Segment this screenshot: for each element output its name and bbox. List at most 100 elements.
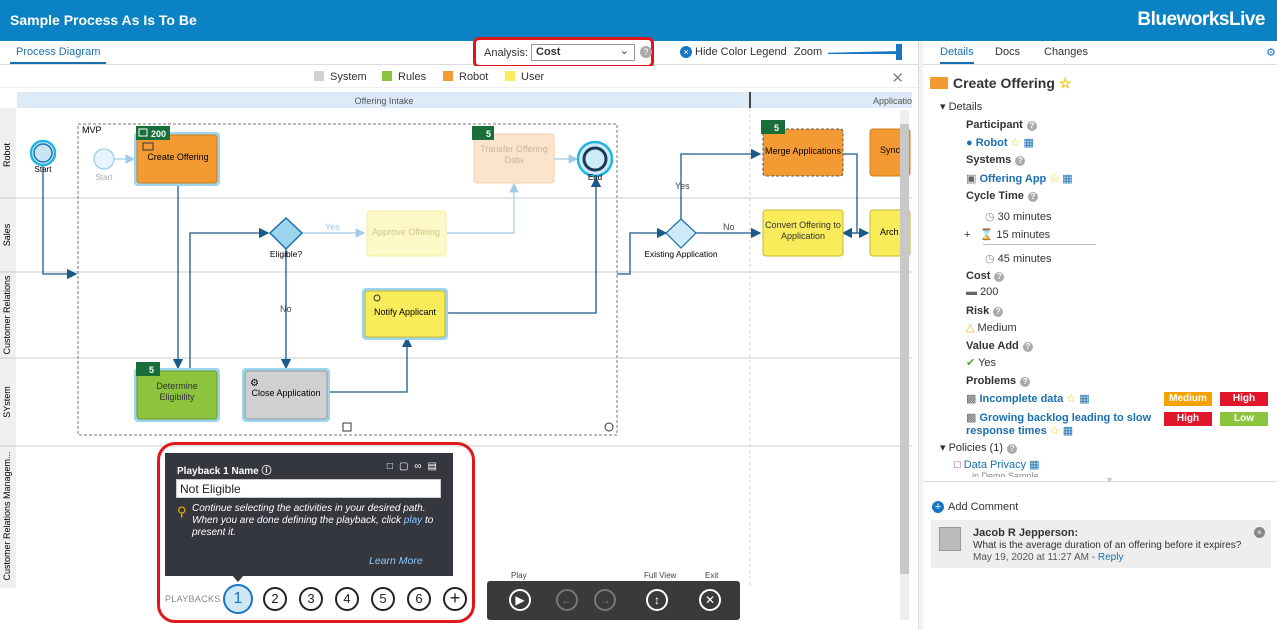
problem-item[interactable]: ▩ Incomplete data ☆ ▦ — [966, 392, 1090, 405]
gateway-label: Existing Application — [644, 249, 718, 259]
phase-label: Offering Intake — [355, 96, 414, 106]
play-button[interactable]: ▶ — [509, 589, 531, 611]
star-icon[interactable]: ☆ — [1049, 173, 1059, 185]
help-icon[interactable]: ? — [1015, 156, 1026, 166]
star-icon[interactable]: ☆ — [1011, 137, 1021, 149]
trash-icon[interactable]: ▤ — [428, 461, 443, 472]
phase-label: Application — [873, 96, 912, 106]
next-button[interactable]: → — [594, 589, 616, 611]
previous-button[interactable]: ← — [556, 589, 578, 611]
gear-icon[interactable]: ⚙ — [1266, 46, 1276, 59]
tab-changes[interactable]: Changes — [1044, 46, 1088, 58]
document-icon[interactable]: □ — [387, 461, 399, 472]
link-icon[interactable]: ∞ — [414, 461, 427, 472]
participant-link[interactable]: Robot — [976, 137, 1008, 149]
full-view-button[interactable]: ↕ — [646, 589, 668, 611]
play-link[interactable]: play — [404, 515, 422, 526]
system-link[interactable]: Offering App — [979, 173, 1046, 185]
participant-value[interactable]: ● Robot ☆ ▦ — [966, 136, 1034, 149]
comment-item: Jacob R Jepperson: What is the average d… — [931, 520, 1271, 568]
policy-item[interactable]: □ Data Privacy ▦ — [954, 458, 1040, 471]
policy-link[interactable]: Data Privacy — [964, 459, 1026, 471]
help-icon[interactable]: ? — [1007, 444, 1017, 454]
playback-2-button[interactable]: 2 — [263, 587, 287, 611]
problem-link[interactable]: Incomplete data — [979, 393, 1063, 405]
activity-title-text: Create Offering — [953, 75, 1055, 91]
cost-label: Cost? — [966, 270, 1005, 282]
legend-swatch — [314, 71, 324, 81]
help-icon[interactable]: ? — [994, 272, 1005, 282]
grid-icon[interactable]: ▦ — [1079, 393, 1089, 405]
analysis-dropdown[interactable]: Cost ⌄ — [531, 44, 635, 61]
help-icon[interactable]: ? — [1020, 377, 1031, 387]
playback-4-button[interactable]: 4 — [335, 587, 359, 611]
reply-link[interactable]: Reply — [1098, 552, 1124, 563]
playback-1-button[interactable]: 1 — [223, 584, 253, 614]
lane-customer-relations: Customer Relations — [2, 275, 12, 355]
playback-name-input[interactable]: Not Eligible — [176, 479, 441, 498]
playbacks-label: PLAYBACKS — [165, 594, 221, 604]
star-icon[interactable]: ☆ — [1066, 393, 1076, 405]
help-icon[interactable]: ? — [993, 307, 1004, 317]
delete-comment-icon[interactable]: × — [1254, 527, 1265, 538]
problem-item[interactable]: ▩ Growing backlog leading to slow respon… — [966, 411, 1156, 437]
grid-icon[interactable]: ▦ — [1029, 459, 1039, 471]
systems-label: Systems? — [966, 154, 1026, 166]
close-icon[interactable]: ✕ — [891, 69, 904, 87]
gateway-existing-application[interactable] — [665, 218, 697, 249]
system-icon: ▣ — [966, 173, 977, 185]
label-text: Problems — [966, 375, 1017, 387]
help-icon[interactable]: ? — [640, 46, 652, 58]
hide-color-legend-button[interactable]: × Hide Color Legend — [680, 46, 787, 58]
cost-badge-value: 5 — [149, 365, 154, 375]
cost-badge — [761, 120, 785, 134]
star-icon[interactable]: ☆ — [1050, 425, 1060, 437]
help-icon[interactable]: ? — [1026, 121, 1037, 131]
help-icon[interactable]: ? — [1022, 342, 1033, 352]
gateway-eligible[interactable] — [268, 216, 304, 251]
comments-section: ▼ + Add Comment Jacob R Jepperson: What i… — [923, 475, 1277, 630]
grid-icon[interactable]: ▦ — [1062, 173, 1072, 185]
info-icon[interactable]: ⓘ — [262, 466, 272, 477]
add-playback-button[interactable]: + — [443, 587, 467, 611]
cost-badge-value: 200 — [151, 129, 166, 139]
add-comment-button[interactable]: + Add Comment — [932, 501, 1018, 513]
details-section-toggle[interactable]: ▾ Details — [940, 100, 982, 113]
help-text: Continue selecting the activities in you… — [192, 503, 426, 526]
legend-system: System — [314, 71, 367, 83]
task-label: Sync — [880, 145, 901, 155]
analysis-label: Analysis: — [484, 47, 529, 59]
diagram-scroll-thumb[interactable] — [900, 124, 909, 574]
gateway-label: Eligible? — [270, 249, 302, 259]
cycle-text: 30 minutes — [997, 211, 1052, 223]
grid-icon[interactable]: ▦ — [1063, 425, 1073, 437]
cost-badge — [136, 362, 160, 376]
legend-user: User — [505, 71, 544, 83]
exit-button[interactable]: ✕ — [699, 589, 721, 611]
tab-details[interactable]: Details — [940, 46, 974, 64]
star-icon[interactable]: ☆ — [1059, 75, 1072, 91]
systems-value[interactable]: ▣ Offering App ☆ ▦ — [966, 172, 1073, 185]
lane-robot: Robot — [2, 143, 12, 168]
policies-section-toggle[interactable]: ▾ Policies (1)? — [940, 441, 1017, 454]
event-label: End — [588, 173, 602, 182]
collapse-arrow-icon[interactable]: ▼ — [1105, 475, 1114, 485]
zoom-slider-handle[interactable] — [896, 44, 902, 60]
tab-process-diagram[interactable]: Process Diagram — [10, 46, 107, 64]
process-title: Sample Process As Is To Be — [10, 12, 197, 28]
legend-swatch — [505, 71, 515, 81]
copy-icon[interactable]: ▢ — [399, 461, 414, 472]
cycle-time-1: ◷ 30 minutes — [985, 210, 1051, 223]
legend-label: Rules — [398, 71, 427, 83]
playback-3-button[interactable]: 3 — [299, 587, 323, 611]
learn-more-link[interactable]: Learn More — [369, 555, 423, 567]
caret-down-icon: ▾ — [940, 101, 946, 113]
playback-5-button[interactable]: 5 — [371, 587, 395, 611]
help-icon[interactable]: ? — [1027, 192, 1038, 202]
problems-label: Problems? — [966, 375, 1031, 387]
participant-label: Participant? — [966, 119, 1037, 131]
tab-docs[interactable]: Docs — [995, 46, 1020, 58]
grid-icon[interactable]: ▦ — [1023, 137, 1033, 149]
playback-6-button[interactable]: 6 — [407, 587, 431, 611]
start-event-mvp[interactable] — [93, 148, 115, 170]
